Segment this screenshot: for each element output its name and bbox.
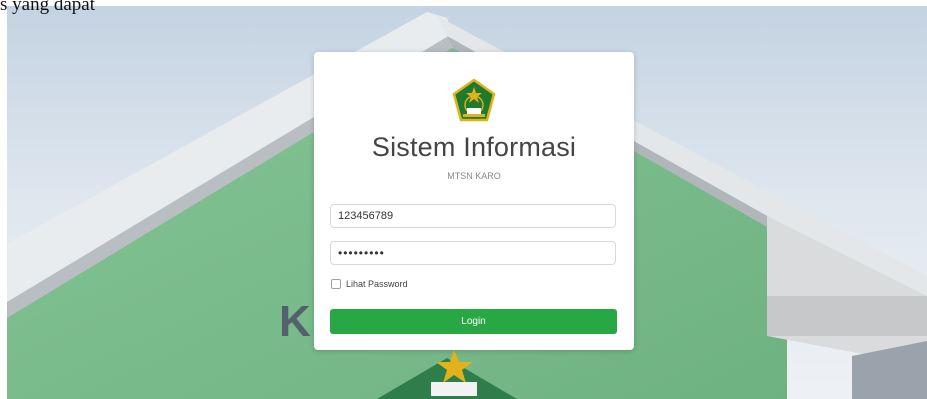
app-title: Sistem Informasi xyxy=(371,132,577,162)
login-card: Sistem Informasi MTSN KARO Lihat Passwor… xyxy=(314,52,634,350)
checkbox-icon[interactable] xyxy=(331,279,341,289)
show-password-toggle[interactable]: Lihat Password xyxy=(331,277,408,291)
password-input[interactable] xyxy=(330,241,616,265)
document-header-text: s yang dapat xyxy=(0,0,95,15)
username-input[interactable] xyxy=(330,204,616,228)
show-password-label: Lihat Password xyxy=(346,279,408,289)
school-name: MTSN KARO xyxy=(447,171,501,181)
ministry-logo-icon xyxy=(451,78,497,124)
wall-letter: K xyxy=(279,297,311,346)
login-button[interactable]: Login xyxy=(330,309,617,334)
